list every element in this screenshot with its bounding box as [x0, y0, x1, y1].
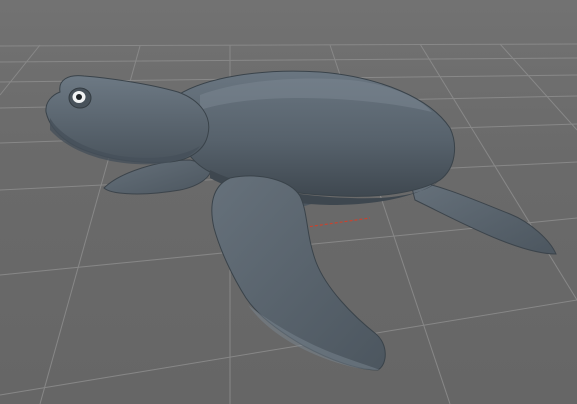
- 3d-viewport[interactable]: [0, 0, 577, 404]
- turtle-eye: [68, 87, 92, 109]
- turtle-model[interactable]: [45, 70, 557, 371]
- front-flipper-left: [103, 159, 212, 195]
- x-axis-line: [299, 217, 371, 229]
- viewport-canvas[interactable]: [0, 0, 577, 404]
- turtle-head: [45, 75, 210, 163]
- rear-flipper-right: [409, 179, 557, 255]
